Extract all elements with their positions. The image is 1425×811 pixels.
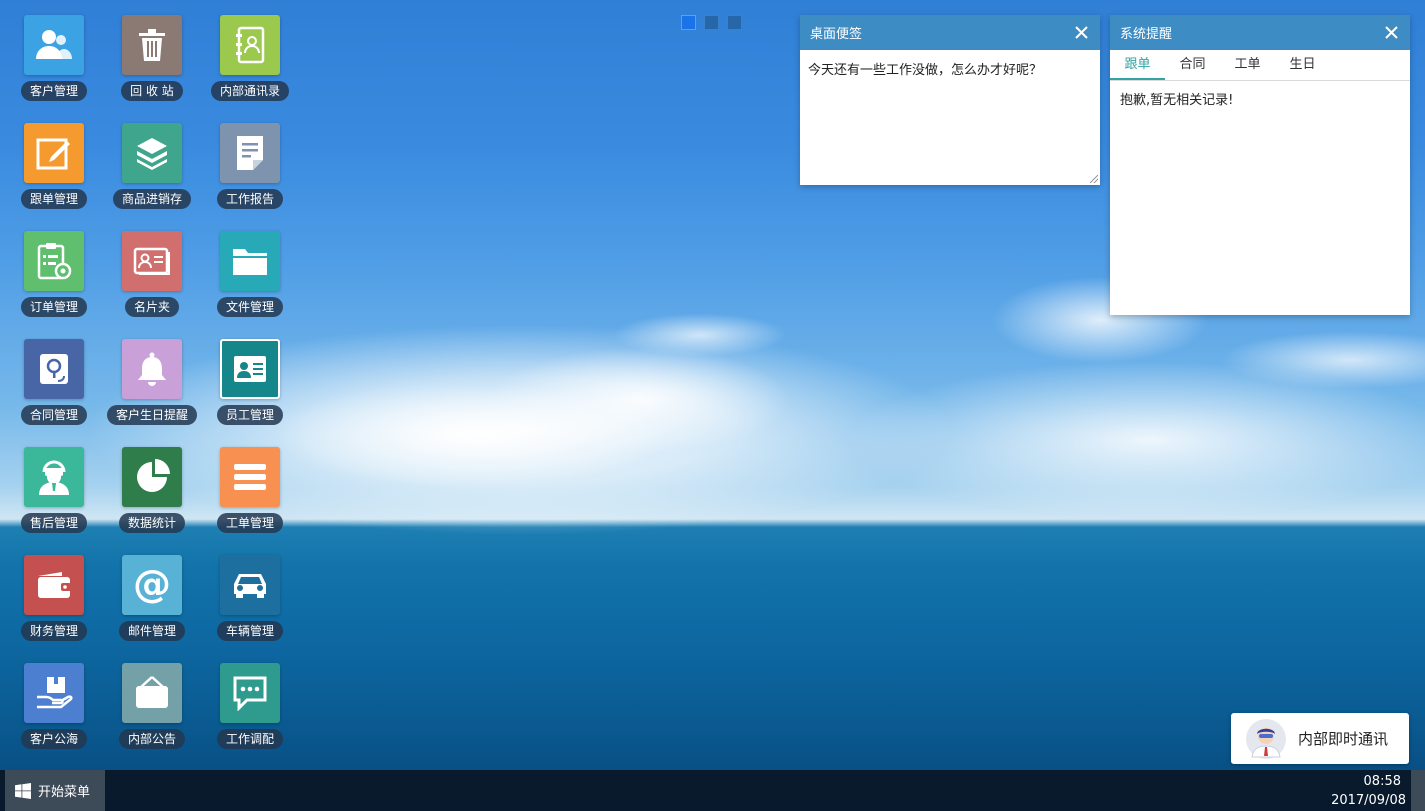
- employee-card-icon: [220, 339, 280, 399]
- desktop-note-widget: 桌面便签 今天还有一些工作没做，怎么办才好呢？: [800, 15, 1100, 185]
- reminder-widget-header: 系统提醒: [1110, 15, 1410, 50]
- app-label: 财务管理: [20, 621, 87, 641]
- show-desktop-button[interactable]: [1411, 770, 1425, 811]
- svg-text:@: @: [133, 565, 171, 605]
- clock-date: 2017/09/08: [1331, 793, 1406, 808]
- app-statistics[interactable]: 数据统计: [112, 447, 192, 542]
- app-label: 内部公告: [118, 729, 185, 749]
- app-label: 工作报告: [216, 189, 283, 209]
- reminder-empty-message: 抱歉,暂无相关记录!: [1120, 93, 1234, 108]
- folder-icon: [220, 231, 280, 291]
- contract-icon: [24, 339, 84, 399]
- app-work-report[interactable]: 工作报告: [210, 123, 290, 218]
- edit-icon: [24, 123, 84, 183]
- desktop-page-dots: [681, 15, 742, 30]
- trash-icon: [122, 15, 182, 75]
- clipboard-gear-icon: [24, 231, 84, 291]
- note-widget-title: 桌面便签: [810, 27, 863, 42]
- app-label: 车辆管理: [216, 621, 283, 641]
- app-label: 工作调配: [216, 729, 283, 749]
- app-file-management[interactable]: 文件管理: [210, 231, 290, 326]
- app-follow-up-management[interactable]: 跟单管理: [14, 123, 94, 218]
- app-label: 客户生日提醒: [107, 405, 198, 425]
- app-label: 文件管理: [216, 297, 283, 317]
- app-customer-management[interactable]: 客户管理: [14, 15, 94, 110]
- app-customer-birthday-reminder[interactable]: 客户生日提醒: [107, 339, 198, 434]
- taskbar: 开始菜单 08:58 2017/09/08: [0, 770, 1425, 811]
- boxes-icon: [122, 123, 182, 183]
- start-menu-label: 开始菜单: [38, 785, 91, 800]
- pie-chart-icon: [122, 447, 182, 507]
- customers-icon: [24, 15, 84, 75]
- business-card-icon: [122, 231, 182, 291]
- system-reminder-widget: 系统提醒 跟单 合同 工单 生日 抱歉,暂无相关记录!: [1110, 15, 1410, 315]
- app-label: 工单管理: [216, 513, 283, 533]
- app-label: 客户公海: [20, 729, 87, 749]
- app-label: 商品进销存: [112, 189, 191, 209]
- app-internal-notice[interactable]: 内部公告: [112, 663, 192, 758]
- app-order-management[interactable]: 订单管理: [14, 231, 94, 326]
- page-dot[interactable]: [681, 15, 696, 30]
- app-label: 跟单管理: [20, 189, 87, 209]
- app-customer-pool[interactable]: 客户公海: [14, 663, 94, 758]
- list-icon: [220, 447, 280, 507]
- hand-box-icon: [24, 663, 84, 723]
- app-after-sales[interactable]: 售后管理: [14, 447, 94, 542]
- app-label: 邮件管理: [118, 621, 185, 641]
- app-work-allocation[interactable]: 工作调配: [210, 663, 290, 758]
- app-label: 内部通讯录: [210, 81, 289, 101]
- page-dot[interactable]: [727, 15, 742, 30]
- clock-time: 08:58: [1363, 774, 1401, 789]
- app-label: 员工管理: [216, 405, 283, 425]
- app-label: 合同管理: [20, 405, 87, 425]
- app-work-order-management[interactable]: 工单管理: [210, 447, 290, 542]
- notice-board-icon: [122, 663, 182, 723]
- wallet-icon: [24, 555, 84, 615]
- app-label: 售后管理: [20, 513, 87, 533]
- note-textarea[interactable]: 今天还有一些工作没做，怎么办才好呢？: [800, 50, 1100, 184]
- app-inventory[interactable]: 商品进销存: [112, 123, 192, 218]
- app-label: 名片夹: [124, 297, 179, 317]
- report-icon: [220, 123, 280, 183]
- taskbar-clock[interactable]: 08:58 2017/09/08: [1331, 772, 1406, 810]
- start-menu-button[interactable]: 开始菜单: [5, 770, 105, 811]
- app-label: 订单管理: [20, 297, 87, 317]
- page-dot[interactable]: [704, 15, 719, 30]
- chat-label: 内部即时通讯: [1298, 730, 1389, 748]
- app-recycle-bin[interactable]: 回 收 站: [112, 15, 192, 110]
- support-agent-icon: [24, 447, 84, 507]
- app-finance-management[interactable]: 财务管理: [14, 555, 94, 650]
- user-avatar-icon: [1246, 718, 1286, 759]
- tab-contract[interactable]: 合同: [1165, 50, 1220, 80]
- bell-icon: [122, 339, 182, 399]
- app-vehicle-management[interactable]: 车辆管理: [210, 555, 290, 650]
- app-internal-contacts[interactable]: 内部通讯录: [210, 15, 290, 110]
- close-icon[interactable]: [1072, 24, 1090, 42]
- app-label: 数据统计: [118, 513, 185, 533]
- reminder-widget-title: 系统提醒: [1120, 27, 1173, 42]
- app-employee-management[interactable]: 员工管理: [210, 339, 290, 434]
- address-book-icon: [220, 15, 280, 75]
- chat-bubble-icon: [220, 663, 280, 723]
- app-label: 客户管理: [20, 81, 87, 101]
- app-business-cards[interactable]: 名片夹: [112, 231, 192, 326]
- resize-handle[interactable]: [1090, 175, 1098, 183]
- tab-work-order[interactable]: 工单: [1220, 50, 1275, 80]
- at-sign-icon: @: [122, 555, 182, 615]
- tab-birthday[interactable]: 生日: [1275, 50, 1330, 80]
- tab-follow-up[interactable]: 跟单: [1110, 50, 1165, 80]
- app-label: 回 收 站: [121, 81, 183, 101]
- windows-icon: [15, 782, 31, 799]
- note-widget-header: 桌面便签: [800, 15, 1100, 50]
- app-mail-management[interactable]: @ 邮件管理: [112, 555, 192, 650]
- car-icon: [220, 555, 280, 615]
- internal-chat-button[interactable]: 内部即时通讯: [1231, 713, 1409, 764]
- close-icon[interactable]: [1382, 24, 1400, 42]
- reminder-tabs: 跟单 合同 工单 生日: [1110, 50, 1410, 81]
- app-contract-management[interactable]: 合同管理: [14, 339, 94, 434]
